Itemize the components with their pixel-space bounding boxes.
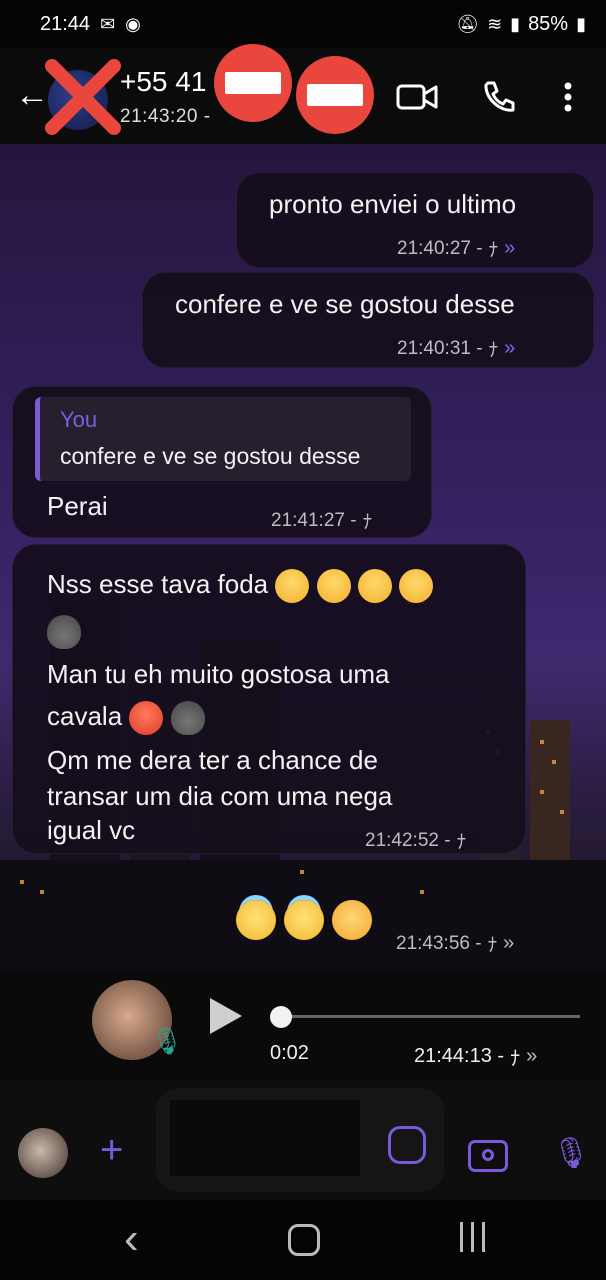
smiling-face-with-hearts-icon: [332, 900, 372, 940]
message-bubble-outgoing[interactable]: pronto enviei o ultimo 21:40:27 - ﾅ »: [236, 172, 594, 268]
notification-icon: ✉: [100, 13, 116, 34]
translate-icon: ﾅ: [362, 512, 373, 533]
quote-text: confere e ve se gostou desse: [60, 443, 361, 469]
my-avatar[interactable]: [18, 1128, 68, 1178]
message-line: [47, 615, 81, 650]
redaction-circle-2: [296, 56, 374, 134]
message-text: Perai: [47, 491, 108, 521]
voice-duration: 0:02: [270, 1042, 309, 1064]
plus-icon[interactable]: +: [100, 1128, 123, 1173]
message-time: 21:40:27 -: [397, 237, 483, 259]
last-seen: 21:43:20 -: [120, 106, 211, 127]
battery-percent: 85%: [528, 12, 569, 35]
status-bar: 21:44 ✉ ◉ 🔕︎ ≋ ▮ 85% ▮: [0, 0, 606, 48]
audio-progress-track[interactable]: [272, 1015, 580, 1018]
message-time: 21:44:13 -: [414, 1045, 505, 1067]
message-meta: 21:40:31 - ﾅ »: [397, 335, 515, 362]
translate-icon: ﾅ: [510, 1048, 521, 1070]
read-ticks-icon: »: [504, 337, 516, 359]
drooling-face-icon: [275, 569, 310, 604]
status-time: 21:44: [40, 12, 91, 35]
microphone-icon[interactable]: 🎙︎: [552, 1136, 590, 1171]
phone-icon[interactable]: [480, 80, 516, 116]
message-meta: 21:42:52 - ﾅ: [365, 827, 466, 854]
message-bubble-incoming[interactable]: Nss esse tava foda Man tu eh muito gosto…: [12, 544, 526, 854]
message-meta: 21:41:27 - ﾅ: [271, 507, 372, 534]
chat-area[interactable]: pronto enviei o ultimo 21:40:27 - ﾅ » co…: [0, 144, 606, 1080]
message-meta: 21:43:56 - ﾅ »: [396, 930, 514, 957]
contact-name[interactable]: +55 41: [120, 66, 206, 98]
redaction-x-mark: [45, 59, 121, 135]
fire-icon: [170, 701, 205, 736]
mute-icon: 🔕︎: [456, 13, 480, 34]
message-time: 21:42:52 -: [365, 829, 451, 851]
message-text: pronto enviei o ultimo: [269, 189, 517, 219]
nav-back-icon[interactable]: ‹: [124, 1214, 139, 1264]
drooling-face-icon: [316, 569, 351, 604]
message-line: Man tu eh muito gostosa uma: [47, 659, 390, 689]
redacted-input-text: [170, 1100, 360, 1176]
message-composer: + 🎙︎: [0, 1080, 606, 1200]
sticker-icon[interactable]: [388, 1126, 426, 1164]
message-text: confere e ve se gostou desse: [175, 289, 515, 319]
message-time: 21:43:56 -: [396, 932, 482, 954]
more-options-icon[interactable]: [562, 82, 574, 112]
message-meta: 21:40:27 - ﾅ »: [397, 235, 515, 262]
delivered-ticks-icon: »: [526, 1045, 538, 1067]
message-line: transar um dia com uma nega: [47, 781, 393, 811]
smiling-face-with-halo-icon: [284, 900, 324, 940]
drooling-face-icon: [399, 569, 434, 604]
quoted-message[interactable]: You confere e ve se gostou desse: [35, 397, 411, 481]
translate-icon: ﾅ: [456, 832, 467, 853]
battery-icon: ▮: [576, 13, 586, 34]
translate-icon: ﾅ: [488, 340, 499, 361]
translate-icon: ﾅ: [488, 240, 499, 261]
message-line: Qm me dera ter a chance de: [47, 745, 378, 775]
nav-recents-icon[interactable]: [460, 1222, 485, 1252]
redaction-circle-1: [214, 44, 292, 122]
quote-author: You: [60, 407, 98, 432]
system-navigation-bar: ‹: [0, 1200, 606, 1280]
message-time: 21:41:27 -: [271, 509, 357, 531]
delivered-ticks-icon: »: [503, 932, 515, 954]
message-line: cavala: [47, 701, 205, 736]
smiling-face-with-halo-icon: [236, 900, 276, 940]
fire-icon: [47, 615, 81, 650]
message-line: igual vc: [47, 815, 136, 845]
play-icon[interactable]: [210, 998, 242, 1034]
emoji-message[interactable]: [236, 900, 372, 940]
video-call-icon[interactable]: [396, 82, 438, 112]
chat-header: ← +55 41 21:43:20 -: [0, 44, 606, 144]
message-bubble-outgoing[interactable]: confere e ve se gostou desse 21:40:31 - …: [142, 272, 594, 368]
drooling-face-icon: [357, 569, 392, 604]
hot-face-icon: [129, 701, 164, 736]
signal-icon: ▮: [510, 13, 521, 34]
nav-home-icon[interactable]: [288, 1224, 320, 1256]
wifi-icon: ≋: [487, 13, 503, 34]
message-meta: 21:44:13 - ﾅ »: [414, 1042, 537, 1071]
audio-progress-knob[interactable]: [270, 1006, 292, 1028]
message-bubble-incoming[interactable]: You confere e ve se gostou desse Perai 2…: [12, 386, 432, 538]
translate-icon: ﾅ: [487, 935, 498, 956]
message-time: 21:40:31 -: [397, 337, 483, 359]
camera-icon[interactable]: [468, 1140, 508, 1172]
read-ticks-icon: »: [504, 237, 516, 259]
mic-badge-icon: 🎙︎: [150, 1026, 184, 1056]
message-line: Nss esse tava foda: [47, 569, 434, 604]
discord-icon: ◉: [125, 13, 141, 34]
